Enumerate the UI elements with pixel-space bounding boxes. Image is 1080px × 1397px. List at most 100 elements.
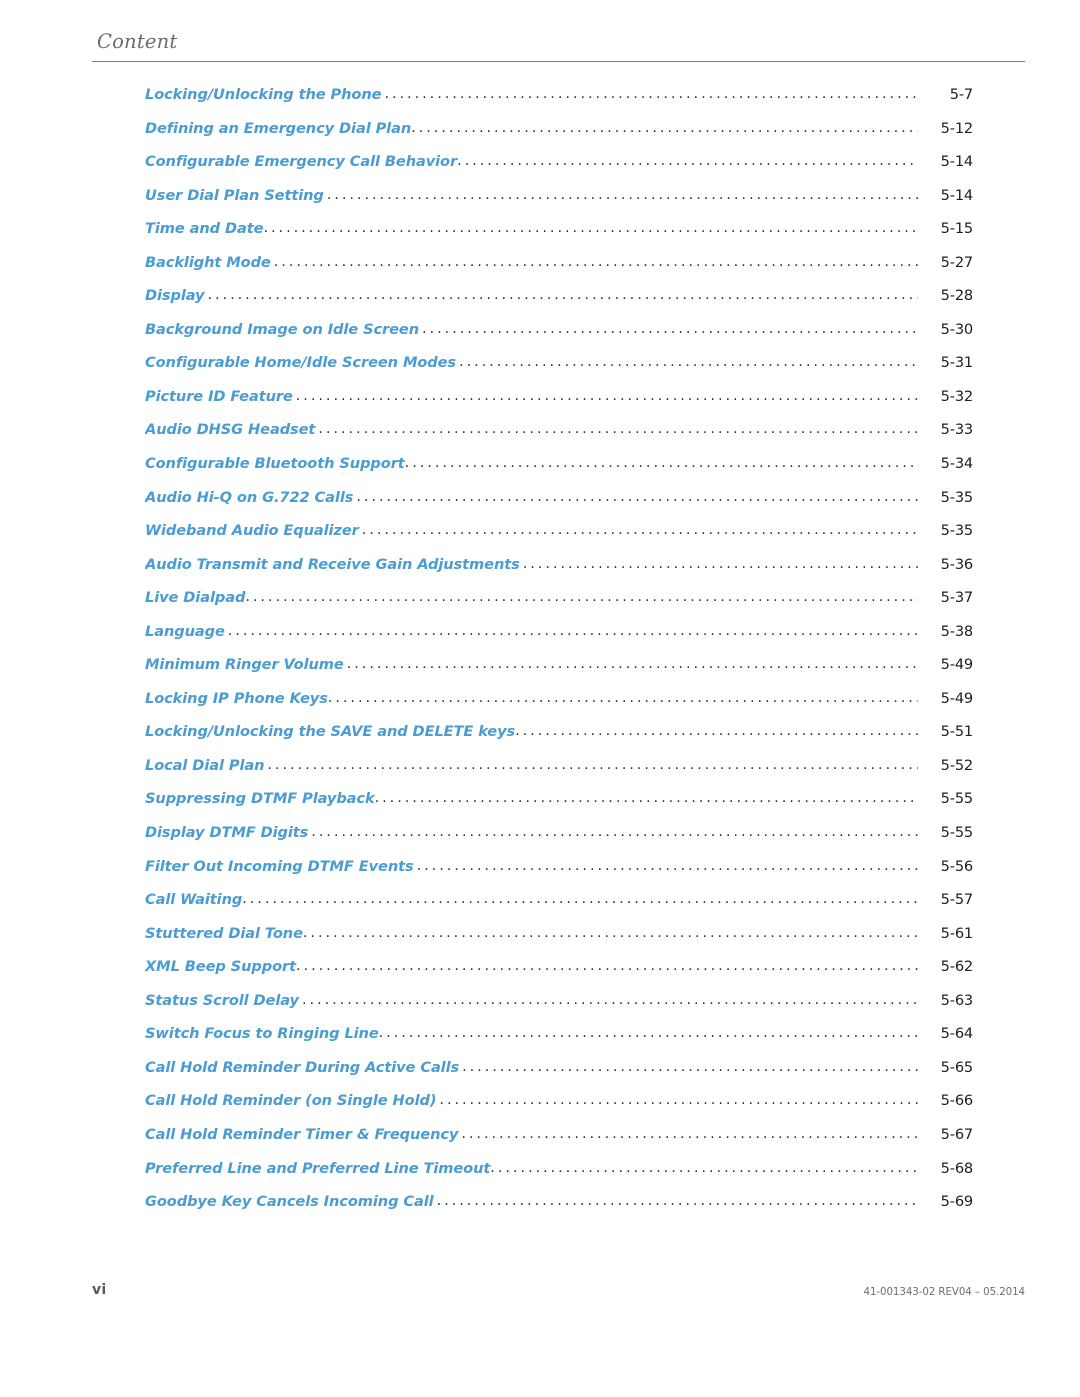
toc-leader-dots: ........................................… xyxy=(361,524,918,538)
toc-entry-title: Status Scroll Delay xyxy=(145,993,299,1009)
toc-leader-dots: ........................................… xyxy=(267,758,918,773)
toc-leader-dots: ........................................… xyxy=(302,926,918,941)
toc-entry-page-number: 5-32 xyxy=(940,389,973,405)
toc-entry-title: Audio Hi-Q on G.722 Calls xyxy=(145,490,354,506)
toc-entry[interactable]: XML Beep Support........................… xyxy=(145,960,973,994)
toc-entry-title: Display DTMF Digits xyxy=(145,826,309,842)
toc-entry[interactable]: Locking/Unlocking the Phone.............… xyxy=(145,88,973,122)
toc-entry-title: Language xyxy=(145,624,225,640)
toc-entry-title: Audio Transmit and Receive Gain Adjustme… xyxy=(145,557,520,573)
toc-entry[interactable]: Locking IP Phone Keys...................… xyxy=(145,692,973,726)
toc-leader-dots: ........................................… xyxy=(207,289,918,303)
toc-leader-dots: ........................................… xyxy=(245,591,918,605)
toc-entry[interactable]: Background Image on Idle Screen.........… xyxy=(145,323,973,357)
toc-entry-title: Filter Out Incoming DTMF Events xyxy=(145,859,414,875)
toc-entry[interactable]: Time and Date...........................… xyxy=(145,222,973,256)
toc-entry-page-number: 5-49 xyxy=(940,691,973,707)
table-of-contents: Locking/Unlocking the Phone.............… xyxy=(145,88,973,1229)
toc-entry-title: Switch Focus to Ringing Line xyxy=(145,1027,379,1043)
toc-entry[interactable]: Configurable Home/Idle Screen Modes.....… xyxy=(145,356,973,390)
toc-entry[interactable]: Audio DHSG Headset......................… xyxy=(145,423,973,457)
toc-entry-page-number: 5-30 xyxy=(940,322,973,338)
toc-entry-title: Call Hold Reminder (on Single Hold) xyxy=(145,1094,437,1110)
toc-entry-page-number: 5-69 xyxy=(940,1195,973,1211)
toc-entry-page-number: 5-51 xyxy=(940,725,973,741)
toc-entry-title: User Dial Plan Setting xyxy=(145,188,324,204)
toc-entry[interactable]: Configurable Bluetooth Support..........… xyxy=(145,457,973,491)
toc-entry[interactable]: Minimum Ringer Volume...................… xyxy=(145,658,973,692)
toc-entry-title: Configurable Home/Idle Screen Modes xyxy=(145,356,457,372)
toc-leader-dots: ........................................… xyxy=(457,155,918,169)
toc-entry[interactable]: Wideband Audio Equalizer................… xyxy=(145,524,973,558)
toc-entry[interactable]: Switch Focus to Ringing Line............… xyxy=(145,1027,973,1061)
toc-entry[interactable]: Language................................… xyxy=(145,625,973,659)
toc-entry[interactable]: Call Hold Reminder (on Single Hold).....… xyxy=(145,1094,973,1128)
toc-entry-title: Backlight Mode xyxy=(145,255,271,271)
toc-entry-title: Background Image on Idle Screen xyxy=(145,322,420,338)
toc-entry-page-number: 5-14 xyxy=(940,155,973,171)
toc-entry-title: Suppressing DTMF Playback xyxy=(145,792,375,808)
toc-entry[interactable]: Audio Transmit and Receive Gain Adjustme… xyxy=(145,558,973,592)
toc-leader-dots: ........................................… xyxy=(318,423,918,438)
toc-entry-title: Goodbye Key Cancels Incoming Call xyxy=(145,1195,434,1211)
toc-entry[interactable]: Filter Out Incoming DTMF Events.........… xyxy=(145,860,973,894)
toc-leader-dots: ........................................… xyxy=(411,121,918,136)
toc-entry[interactable]: Stuttered Dial Tone.....................… xyxy=(145,927,973,961)
toc-entry-page-number: 5-56 xyxy=(940,859,973,875)
page-title: Content xyxy=(97,30,178,53)
toc-leader-dots: ........................................… xyxy=(490,1161,918,1176)
toc-entry-title: Display xyxy=(145,289,205,305)
toc-entry[interactable]: Call Waiting............................… xyxy=(145,893,973,927)
toc-entry-title: Picture ID Feature xyxy=(145,389,293,405)
toc-entry-page-number: 5-35 xyxy=(940,490,973,506)
toc-entry-page-number: 5-36 xyxy=(940,557,973,573)
toc-entry-page-number: 5-65 xyxy=(940,1060,973,1076)
toc-entry[interactable]: User Dial Plan Setting..................… xyxy=(145,189,973,223)
toc-leader-dots: ........................................… xyxy=(295,389,918,404)
toc-entry-page-number: 5-55 xyxy=(940,792,973,808)
toc-entry[interactable]: Locking/Unlocking the SAVE and DELETE ke… xyxy=(145,725,973,759)
toc-entry-page-number: 5-55 xyxy=(940,826,973,842)
toc-entry[interactable]: Local Dial Plan.........................… xyxy=(145,759,973,793)
toc-entry-page-number: 5-15 xyxy=(940,222,973,238)
toc-entry-page-number: 5-33 xyxy=(940,423,973,439)
toc-entry-page-number: 5-31 xyxy=(940,356,973,372)
toc-entry[interactable]: Call Hold Reminder Timer & Frequency....… xyxy=(145,1128,973,1162)
toc-entry-title: Stuttered Dial Tone xyxy=(145,926,303,942)
toc-entry-page-number: 5-64 xyxy=(940,1027,973,1043)
toc-entry[interactable]: Status Scroll Delay.....................… xyxy=(145,994,973,1028)
toc-entry[interactable]: Audio Hi-Q on G.722 Calls...............… xyxy=(145,491,973,525)
toc-entry-title: Audio DHSG Headset xyxy=(145,423,316,439)
toc-entry[interactable]: Backlight Mode..........................… xyxy=(145,256,973,290)
toc-leader-dots: ........................................… xyxy=(296,960,918,974)
toc-leader-dots: ........................................… xyxy=(462,1060,918,1075)
toc-entry-page-number: 5-14 xyxy=(940,188,973,204)
toc-entry-page-number: 5-66 xyxy=(940,1094,973,1110)
toc-entry-page-number: 5-34 xyxy=(940,457,973,473)
toc-entry[interactable]: Display.................................… xyxy=(145,289,973,323)
toc-entry-page-number: 5-61 xyxy=(940,926,973,942)
toc-entry-title: Locking IP Phone Keys xyxy=(145,691,328,707)
toc-entry[interactable]: Configurable Emergency Call Behavior....… xyxy=(145,155,973,189)
toc-entry-title: Defining an Emergency Dial Plan xyxy=(145,121,412,137)
toc-entry[interactable]: Call Hold Reminder During Active Calls..… xyxy=(145,1061,973,1095)
toc-leader-dots: ........................................… xyxy=(459,356,918,370)
toc-entry[interactable]: Live Dialpad............................… xyxy=(145,591,973,625)
toc-entry[interactable]: Goodbye Key Cancels Incoming Call.......… xyxy=(145,1195,973,1229)
toc-entry-title: Wideband Audio Equalizer xyxy=(145,524,359,540)
toc-entry-title: Local Dial Plan xyxy=(145,758,265,774)
toc-leader-dots: ........................................… xyxy=(374,792,918,807)
toc-entry[interactable]: Defining an Emergency Dial Plan.........… xyxy=(145,122,973,156)
toc-entry[interactable]: Picture ID Feature......................… xyxy=(145,390,973,424)
toc-entry[interactable]: Display DTMF Digits.....................… xyxy=(145,826,973,860)
toc-entry[interactable]: Preferred Line and Preferred Line Timeou… xyxy=(145,1162,973,1196)
toc-entry-title: Call Hold Reminder During Active Calls xyxy=(145,1060,460,1076)
folio-number: vi xyxy=(92,1282,107,1298)
toc-entry[interactable]: Suppressing DTMF Playback...............… xyxy=(145,792,973,826)
toc-entry-page-number: 5-38 xyxy=(940,624,973,640)
toc-leader-dots: ........................................… xyxy=(242,893,918,907)
toc-entry-title: XML Beep Support xyxy=(145,960,296,976)
document-id: 41-001343-02 REV04 – 05.2014 xyxy=(863,1286,1026,1298)
toc-leader-dots: ........................................… xyxy=(326,188,918,203)
toc-entry-title: Live Dialpad xyxy=(145,591,246,607)
